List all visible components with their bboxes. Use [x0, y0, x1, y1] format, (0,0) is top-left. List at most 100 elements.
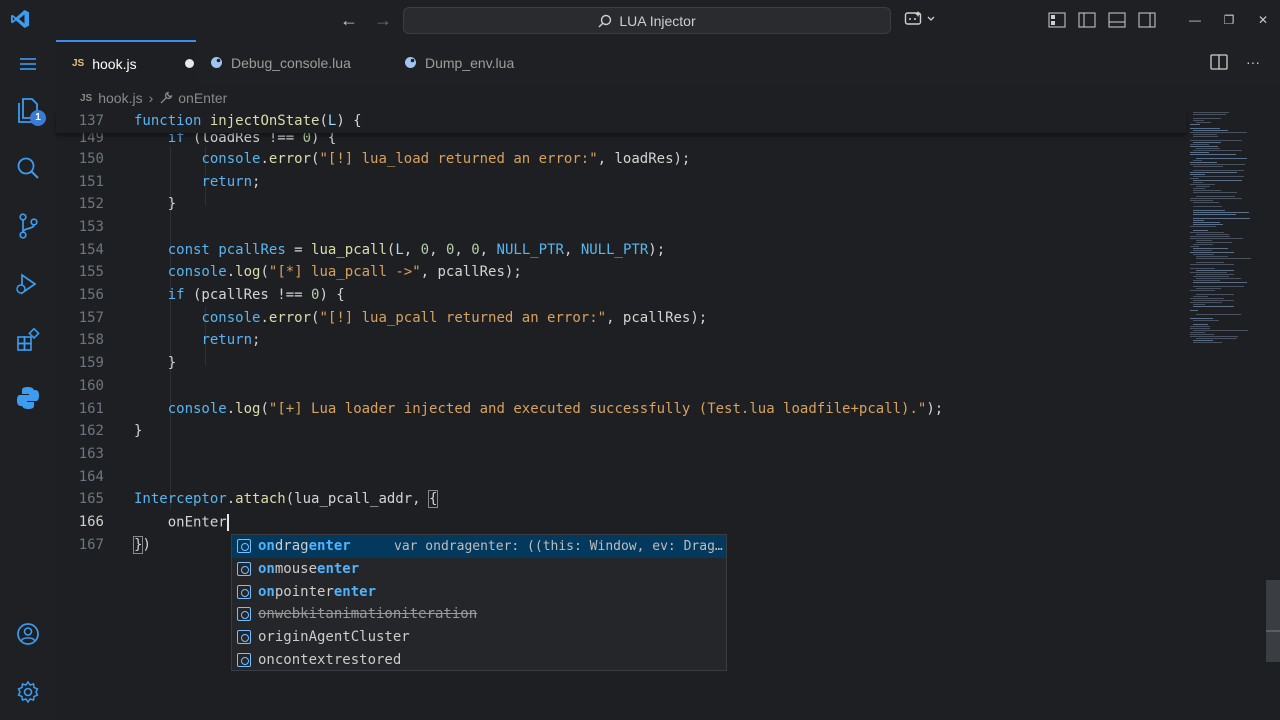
minimap-line — [1190, 198, 1242, 199]
minimap-line — [1190, 178, 1199, 179]
copilot-button[interactable] — [904, 10, 935, 28]
customize-layout-icon[interactable] — [1048, 12, 1066, 28]
minimap-line — [1196, 240, 1212, 241]
js-file-icon: JS — [72, 58, 85, 69]
minimap-line — [1193, 188, 1205, 189]
search-icon — [598, 14, 612, 27]
tab-debug-console-lua[interactable]: Debug_console.lua — [196, 40, 388, 85]
minimap-line — [1190, 146, 1218, 147]
minimap-line — [1193, 282, 1247, 283]
toggle-panel-icon[interactable] — [1108, 12, 1126, 28]
minimap-line — [1190, 124, 1200, 125]
extensions-icon[interactable] — [14, 326, 42, 354]
minimap-line — [1190, 236, 1230, 237]
minimap-line — [1190, 252, 1234, 253]
scrollbar-thumb[interactable] — [1266, 580, 1280, 662]
minimap-line — [1190, 144, 1209, 145]
minimap-line — [1190, 268, 1215, 269]
unsaved-dot-icon[interactable] — [184, 59, 194, 68]
maximize-button[interactable]: ❐ — [1212, 13, 1246, 27]
source-control-icon[interactable] — [14, 212, 42, 240]
line-number: 137 — [78, 113, 104, 130]
chevron-right-icon: › — [148, 90, 154, 106]
back-arrow-icon[interactable]: ← — [340, 10, 358, 31]
line-number: 165 — [78, 491, 104, 508]
toggle-sidebar-icon[interactable] — [1078, 12, 1096, 28]
lua-file-icon — [405, 57, 416, 68]
minimap-line — [1190, 238, 1243, 239]
minimap-line — [1190, 310, 1198, 311]
suggestion-item[interactable]: oncontextrestored — [232, 649, 726, 672]
line-number: 156 — [78, 287, 104, 304]
minimap[interactable] — [1186, 110, 1266, 350]
minimap-line — [1193, 180, 1242, 181]
suggestion-detail: var ondragenter: ((this: Window, ev: Dra… — [394, 538, 723, 554]
line-number: 154 — [78, 241, 104, 258]
minimap-line — [1193, 230, 1208, 231]
line-number: 155 — [78, 264, 104, 281]
command-center-search[interactable]: LUA Injector — [403, 7, 891, 34]
suggest-widget: on drag enter var ondragenter: ((this: Win… — [231, 534, 727, 671]
code-line: Interceptor.attach(lua_pcall_addr, { — [134, 490, 439, 509]
menu-icon[interactable] — [14, 50, 42, 78]
minimap-line — [1193, 142, 1221, 143]
property-icon — [237, 607, 251, 622]
minimap-line — [1193, 222, 1220, 223]
tab-hook-js[interactable]: JS hook.js — [56, 40, 196, 85]
forward-arrow-icon[interactable]: → — [374, 10, 392, 31]
line-number: 151 — [78, 173, 104, 190]
tab-dump-env-lua[interactable]: Dump_env.lua — [390, 40, 560, 85]
property-icon — [237, 562, 251, 577]
suggestion-item[interactable]: originAgentCluster — [232, 626, 726, 649]
more-actions-icon[interactable]: ··· — [1246, 54, 1260, 70]
copilot-icon — [904, 11, 922, 25]
minimap-line — [1193, 114, 1226, 115]
vscode-logo-icon — [11, 10, 29, 28]
minimize-button[interactable]: — — [1178, 13, 1212, 27]
account-icon[interactable] — [14, 620, 42, 648]
code-line: } — [134, 423, 143, 440]
line-number: 150 — [78, 150, 104, 167]
suggestion-item[interactable]: on pointer enter — [232, 580, 726, 603]
minimap-line — [1193, 176, 1244, 177]
code-line: return; — [201, 332, 261, 349]
code-line: return; — [201, 173, 261, 190]
lua-file-icon — [211, 57, 222, 68]
minimap-line — [1190, 184, 1215, 185]
settings-gear-icon[interactable] — [14, 678, 42, 706]
property-icon — [237, 584, 251, 599]
run-debug-icon[interactable] — [14, 270, 42, 298]
suggestion-item[interactable]: onwebkitanimationiteration — [232, 603, 726, 626]
breadcrumb-file[interactable]: hook.js — [98, 90, 142, 106]
title-bar: ← → LUA Injector — ❐ ✕ — [0, 0, 1280, 40]
property-icon — [237, 630, 251, 645]
minimap-line — [1193, 224, 1223, 225]
suggestion-item[interactable]: on drag enter var ondragenter: ((this: Win… — [232, 535, 726, 558]
minimap-line — [1193, 182, 1203, 183]
line-number: 161 — [78, 400, 104, 417]
code-line: console.log("[+] Lua loader injected and… — [167, 400, 944, 417]
toggle-secondary-sidebar-icon[interactable] — [1138, 12, 1156, 28]
minimap-line — [1193, 248, 1228, 249]
suggestion-item[interactable]: on mouse enter — [232, 558, 726, 581]
minimap-line — [1196, 314, 1241, 315]
python-icon[interactable] — [14, 384, 42, 412]
split-editor-icon[interactable] — [1210, 54, 1228, 70]
minimap-line — [1193, 304, 1205, 305]
minimap-line — [1193, 206, 1222, 207]
close-button[interactable]: ✕ — [1246, 13, 1280, 27]
minimap-line — [1193, 118, 1221, 119]
code-line: } — [134, 355, 177, 372]
explorer-icon[interactable]: 1 — [14, 96, 46, 126]
search-text: LUA Injector — [619, 12, 696, 29]
breadcrumb-symbol[interactable]: onEnter — [178, 90, 227, 106]
line-number: 158 — [78, 332, 104, 349]
sticky-scroll-header[interactable]: 137 function injectOnState(L) { — [56, 110, 1186, 133]
code-line: }) — [132, 535, 151, 554]
search-icon[interactable] — [14, 154, 42, 182]
minimap-line — [1190, 164, 1245, 165]
minimap-line — [1190, 200, 1213, 201]
line-number: 152 — [78, 196, 104, 213]
minimap-line — [1196, 288, 1221, 289]
minimap-line — [1196, 234, 1229, 235]
